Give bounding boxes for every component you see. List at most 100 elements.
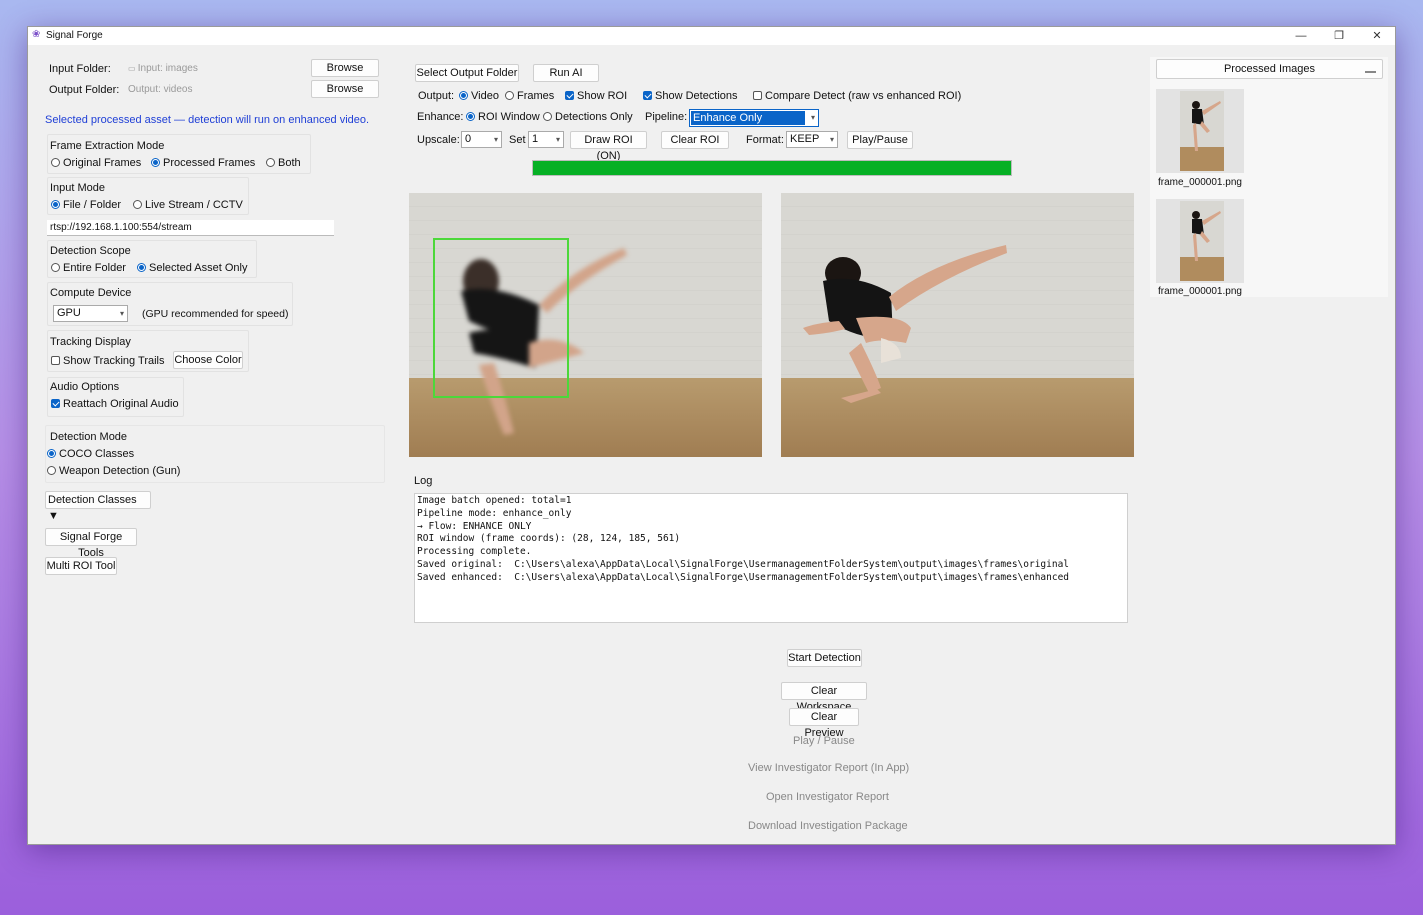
original-preview[interactable] <box>409 193 762 457</box>
radio-indicator[interactable] <box>466 112 475 121</box>
checkbox-indicator[interactable] <box>753 91 762 100</box>
radio-output-video[interactable]: Video <box>459 90 499 102</box>
chevron-down-icon: ▾ <box>555 135 560 144</box>
input-folder-value: ▭ Input: images <box>128 63 198 74</box>
show-detections-checkbox[interactable]: Show Detections <box>643 90 738 102</box>
radio-indicator[interactable] <box>151 158 160 167</box>
collapse-icon[interactable]: ⎽ <box>1365 58 1376 76</box>
run-ai-button[interactable]: Run AI <box>533 64 599 82</box>
radio-processed-frames[interactable]: Processed Frames <box>151 157 255 169</box>
clear-workspace-button[interactable]: Clear Workspace <box>781 682 867 713</box>
thumbnail-image <box>1180 201 1224 281</box>
radio-indicator[interactable] <box>543 112 552 121</box>
view-investigator-report-button[interactable]: View Investigator Report (In App) <box>748 762 909 774</box>
browse-input-button[interactable]: Browse <box>311 59 379 77</box>
radio-both[interactable]: Both <box>266 157 301 169</box>
play-pause-toolbar-button[interactable]: Play/Pause <box>847 131 913 149</box>
format-label: Format: <box>746 134 784 146</box>
open-investigator-report-button[interactable]: Open Investigator Report <box>766 791 889 803</box>
pipeline-select[interactable]: Enhance Only ▾ <box>689 109 819 127</box>
output-label: Output: <box>418 90 455 102</box>
input-mode-title: Input Mode <box>50 182 106 194</box>
upscale-select[interactable]: 0 ▾ <box>461 131 502 148</box>
radio-weapon-detection[interactable]: Weapon Detection (Gun) <box>47 465 180 477</box>
output-folder-value: Output: videos <box>128 84 193 95</box>
detection-scope-title: Detection Scope <box>50 245 131 257</box>
tracking-display-title: Tracking Display <box>50 336 131 348</box>
radio-indicator[interactable] <box>47 449 56 458</box>
radio-roi-window[interactable]: ROI Window <box>466 111 540 123</box>
roi-box <box>433 238 569 398</box>
radio-indicator[interactable] <box>459 91 468 100</box>
output-folder-label: Output Folder: <box>49 84 120 96</box>
app-logo-icon: ❀ <box>32 29 41 40</box>
frame-extraction-title: Frame Extraction Mode <box>50 140 165 152</box>
radio-coco-classes[interactable]: COCO Classes <box>47 448 134 460</box>
processed-images-header[interactable]: Processed Images ⎽ <box>1156 59 1383 79</box>
checkbox-indicator[interactable] <box>51 399 60 408</box>
radio-output-frames[interactable]: Frames <box>505 90 554 102</box>
close-button[interactable]: ✕ <box>1357 27 1395 45</box>
enhance-label: Enhance: <box>417 111 464 123</box>
figure <box>803 245 1007 403</box>
choose-color-button[interactable]: Choose Color <box>173 351 243 369</box>
log-output[interactable]: Image batch opened: total=1 Pipeline mod… <box>414 493 1128 623</box>
radio-selected-asset[interactable]: Selected Asset Only <box>137 262 247 274</box>
radio-indicator[interactable] <box>47 466 56 475</box>
compute-device-select[interactable]: GPU ▾ <box>53 305 128 322</box>
download-package-button[interactable]: Download Investigation Package <box>748 820 908 832</box>
set-select[interactable]: 1 ▾ <box>528 131 564 148</box>
chevron-down-icon: ▾ <box>810 113 815 122</box>
radio-indicator[interactable] <box>51 200 60 209</box>
radio-file-folder[interactable]: File / Folder <box>51 199 121 211</box>
progress-bar <box>532 160 1012 176</box>
signal-forge-tools-button[interactable]: Signal Forge Tools <box>45 528 137 559</box>
folder-icon: ▭ <box>128 64 138 73</box>
browse-output-button[interactable]: Browse <box>311 80 379 98</box>
stream-url-input[interactable]: rtsp://192.168.1.100:554/stream <box>47 220 334 236</box>
radio-original-frames[interactable]: Original Frames <box>51 157 141 169</box>
show-roi-checkbox[interactable]: Show ROI <box>565 90 627 102</box>
select-output-folder-button[interactable]: Select Output Folder <box>415 64 519 82</box>
format-select[interactable]: KEEP ▾ <box>786 131 838 148</box>
log-title: Log <box>414 475 433 487</box>
enhanced-preview[interactable] <box>781 193 1134 457</box>
thumbnail-item[interactable] <box>1156 89 1244 173</box>
detection-classes-dropdown[interactable]: Detection Classes ▼ <box>45 491 151 522</box>
detection-mode-title: Detection Mode <box>50 431 128 443</box>
draw-roi-button[interactable]: Draw ROI (ON) <box>570 131 647 162</box>
radio-indicator[interactable] <box>266 158 275 167</box>
chevron-down-icon: ▾ <box>493 135 498 144</box>
reattach-audio-checkbox[interactable]: Reattach Original Audio <box>51 398 179 410</box>
radio-indicator[interactable] <box>51 263 60 272</box>
set-label: Set <box>509 134 526 146</box>
thumbnail-item[interactable] <box>1156 199 1244 283</box>
radio-live-stream[interactable]: Live Stream / CCTV <box>133 199 243 211</box>
restore-button[interactable]: ❐ <box>1319 27 1359 45</box>
play-pause-button[interactable]: Play / Pause <box>793 735 855 747</box>
chevron-down-icon: ▾ <box>829 135 834 144</box>
radio-indicator[interactable] <box>137 263 146 272</box>
multi-roi-tool-button[interactable]: Multi ROI Tool <box>45 557 117 575</box>
radio-detections-only[interactable]: Detections Only <box>543 111 633 123</box>
checkbox-indicator[interactable] <box>565 91 574 100</box>
clear-roi-button[interactable]: Clear ROI <box>661 131 729 149</box>
radio-indicator[interactable] <box>51 158 60 167</box>
clear-preview-button[interactable]: Clear Preview <box>789 708 859 739</box>
radio-indicator[interactable] <box>133 200 142 209</box>
minimize-button[interactable]: — <box>1281 27 1321 45</box>
window-title: Signal Forge <box>46 30 103 41</box>
compute-device-hint: (GPU recommended for speed) <box>142 308 289 320</box>
show-tracking-trails-checkbox[interactable]: Show Tracking Trails <box>51 355 164 367</box>
progress-fill <box>533 161 1011 175</box>
radio-entire-folder[interactable]: Entire Folder <box>51 262 126 274</box>
thumbnail-caption: frame_000001.png <box>1158 286 1242 297</box>
selected-asset-notice: Selected processed asset — detection wil… <box>45 114 370 126</box>
start-detection-button[interactable]: Start Detection <box>787 649 862 667</box>
checkbox-indicator[interactable] <box>643 91 652 100</box>
thumbnail-image <box>1180 91 1224 171</box>
radio-indicator[interactable] <box>505 91 514 100</box>
compare-detect-checkbox[interactable]: Compare Detect (raw vs enhanced ROI) <box>753 90 961 102</box>
upscale-label: Upscale: <box>417 134 460 146</box>
checkbox-indicator[interactable] <box>51 356 60 365</box>
